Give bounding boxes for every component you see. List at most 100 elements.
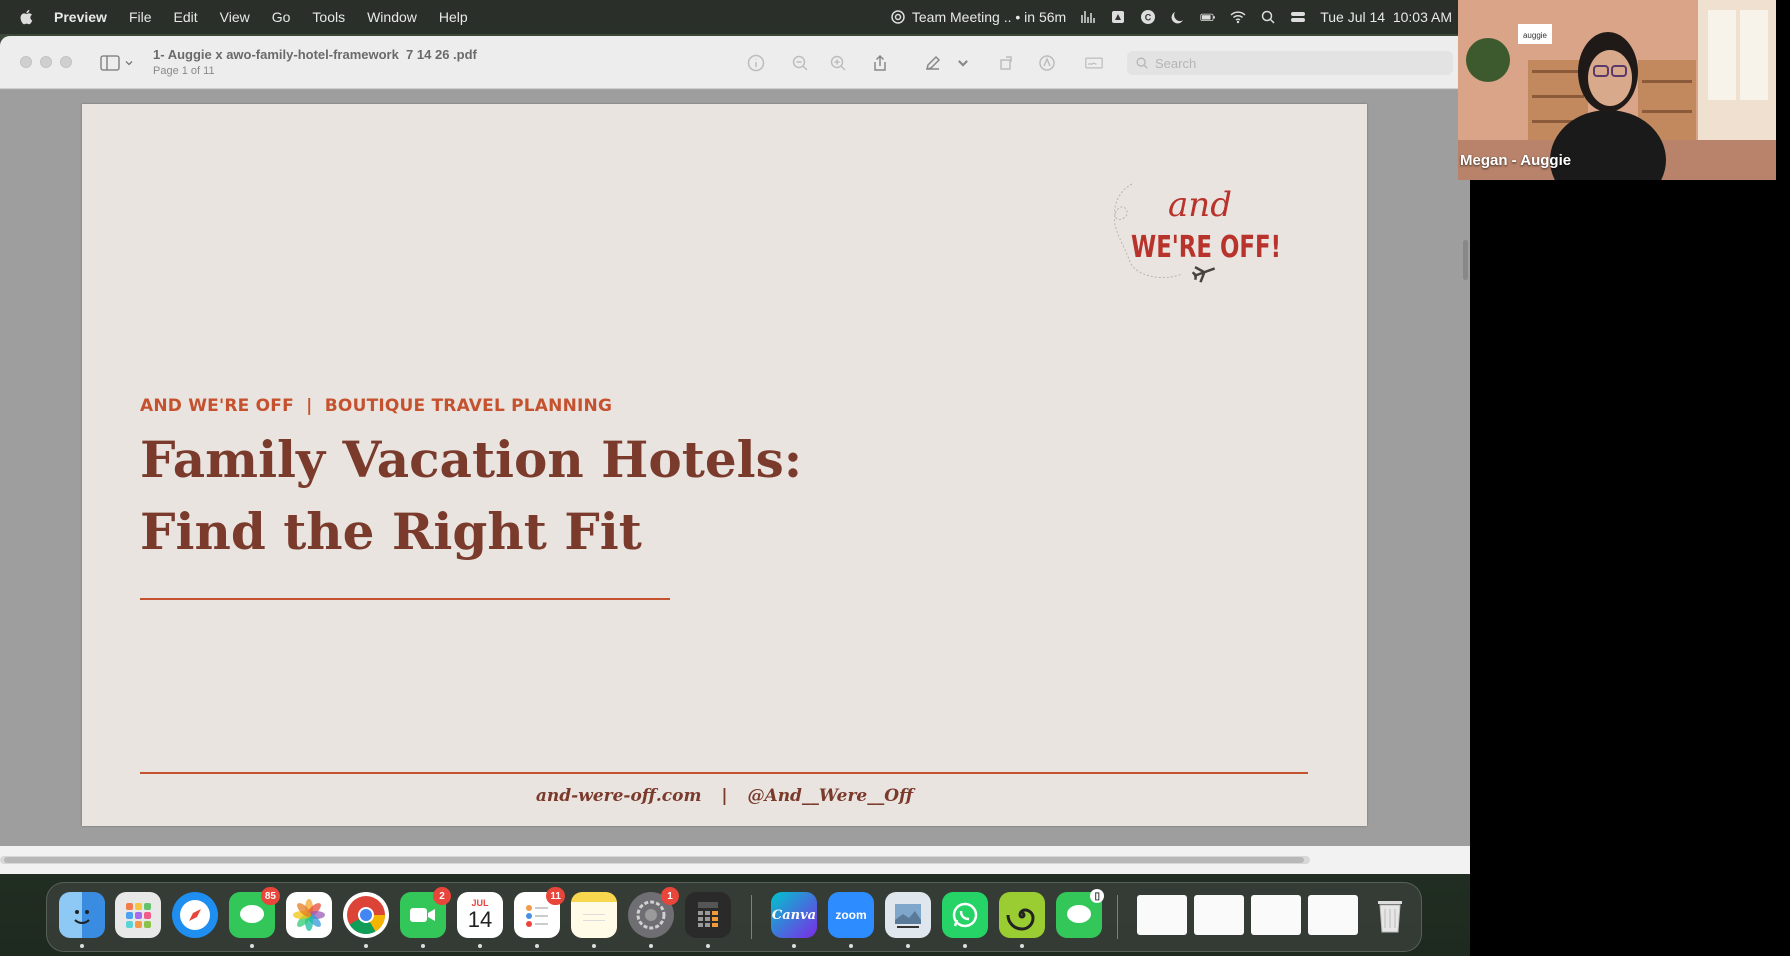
facetime-running-indicator: [421, 944, 425, 948]
minimized-window-1[interactable]: [1137, 895, 1187, 935]
zoom-in-icon[interactable]: [827, 52, 849, 74]
chevron-down-icon: [125, 61, 133, 66]
photos-icon[interactable]: [286, 892, 332, 938]
menu-file[interactable]: File: [129, 9, 152, 25]
sidebar-icon: [100, 55, 120, 71]
messages-badge: 85: [260, 887, 280, 905]
close-window-button[interactable]: [20, 56, 32, 68]
and-were-off-logo: and WE'RE OFF!: [1102, 164, 1302, 294]
apple-icon[interactable]: [18, 8, 36, 26]
markup-pen-icon[interactable]: [922, 52, 944, 74]
meeting-text: Team Meeting .. • in 56m: [911, 9, 1067, 25]
sidebar-toggle-button[interactable]: [100, 53, 140, 73]
drive-icon[interactable]: [1110, 9, 1126, 25]
calculator-icon[interactable]: [685, 892, 731, 938]
footer-handle: @And__Were__Off: [747, 786, 914, 806]
svg-text:C: C: [1145, 13, 1152, 23]
zoom-out-icon[interactable]: [789, 52, 811, 74]
headline-line-1: Family Vacation Hotels:: [140, 430, 803, 489]
launchpad-icon[interactable]: [115, 892, 161, 938]
facetime-icon[interactable]: 2: [400, 887, 451, 938]
menu-bar: Preview File Edit View Go Tools Window H…: [0, 0, 1458, 34]
menu-app-name[interactable]: Preview: [54, 9, 107, 25]
meeting-spiral-icon: [890, 9, 906, 25]
minimized-window-3[interactable]: [1251, 895, 1301, 935]
menu-help[interactable]: Help: [439, 9, 468, 25]
spiral-app-running-indicator: [1020, 944, 1024, 948]
footer-website: and-were-off.com: [535, 786, 702, 806]
canva-label: Canva: [771, 907, 817, 923]
calendar-icon[interactable]: JUL 14: [457, 892, 503, 938]
minimize-window-button[interactable]: [40, 56, 52, 68]
window-titlebar: 1- Auggie x awo-family-hotel-framework 7…: [0, 36, 1470, 89]
calendar-meeting-status[interactable]: Team Meeting .. • in 56m: [890, 9, 1066, 25]
grammarly-icon[interactable]: C: [1140, 9, 1156, 25]
page-kicker: AND WE'RE OFF | BOUTIQUE TRAVEL PLANNING: [140, 396, 613, 416]
preview-window: 1- Auggie x awo-family-hotel-framework 7…: [0, 36, 1470, 874]
dock-separator-2: [1117, 895, 1118, 939]
control-center-icon[interactable]: [1290, 9, 1306, 25]
zoom-window-button[interactable]: [60, 56, 72, 68]
notes-icon[interactable]: [571, 892, 617, 938]
page-indicator: Page 1 of 11: [153, 65, 215, 77]
reminders-running-indicator: [535, 944, 539, 948]
settings-running-indicator: [649, 944, 653, 948]
preview-running-indicator: [906, 944, 910, 948]
search-input[interactable]: [1155, 55, 1435, 71]
markup-chevron-down-icon[interactable]: [956, 52, 970, 74]
zoom-label: zoom: [835, 908, 867, 922]
menu-view[interactable]: View: [220, 9, 250, 25]
menu-go[interactable]: Go: [272, 9, 291, 25]
horizontal-scroll-thumb[interactable]: [4, 857, 1304, 863]
safari-icon[interactable]: [172, 892, 218, 938]
dock: 85 2 JUL 14 11 1 Canva zoom ▯: [46, 882, 1422, 952]
facetime-badge: 2: [433, 887, 451, 905]
menu-edit[interactable]: Edit: [174, 9, 198, 25]
calendar-running-indicator: [478, 944, 482, 948]
whatsapp-icon[interactable]: [942, 892, 988, 938]
trash-icon[interactable]: [1367, 892, 1413, 938]
share-icon[interactable]: [869, 52, 891, 74]
wifi-icon[interactable]: [1230, 9, 1246, 25]
menu-datetime[interactable]: Tue Jul 14 10:03 AM: [1320, 9, 1452, 25]
finder-running-indicator: [80, 944, 84, 948]
spotlight-search-icon[interactable]: [1260, 9, 1276, 25]
finder-icon[interactable]: [59, 892, 105, 938]
do-not-disturb-moon-icon[interactable]: [1170, 9, 1186, 25]
rotate-icon[interactable]: [996, 52, 1018, 74]
page-headline: Family Vacation Hotels: Find the Right F…: [140, 424, 802, 568]
reminders-icon[interactable]: 11: [514, 887, 565, 938]
document-title: 1- Auggie x awo-family-hotel-framework 7…: [153, 47, 477, 62]
minimized-window-4[interactable]: [1308, 895, 1358, 935]
horizontal-scrollbar[interactable]: [0, 856, 1310, 864]
highlight-icon[interactable]: [1036, 52, 1058, 74]
minimized-window-2[interactable]: [1194, 895, 1244, 935]
sign-icon[interactable]: [1082, 52, 1106, 74]
spiral-app-icon[interactable]: [999, 892, 1045, 938]
backdrop-sign-text: auggie: [1523, 31, 1548, 40]
messages-secondary-icon[interactable]: ▯: [1056, 889, 1104, 938]
vertical-scrollbar[interactable]: [1463, 240, 1468, 280]
pdf-page: and WE'RE OFF! AND WE'RE OFF | BOUTIQUE …: [82, 104, 1367, 826]
audio-levels-icon[interactable]: [1080, 9, 1096, 25]
zoom-running-indicator: [849, 944, 853, 948]
messages-icon[interactable]: 85: [229, 887, 280, 938]
settings-badge: 1: [661, 887, 679, 905]
messages-running-indicator: [250, 944, 254, 948]
system-settings-icon[interactable]: 1: [628, 887, 679, 938]
messages-secondary-badge-icon: ▯: [1090, 889, 1104, 903]
battery-icon[interactable]: [1200, 9, 1216, 25]
chrome-running-indicator: [364, 944, 368, 948]
canva-icon[interactable]: Canva: [771, 892, 817, 938]
search-field[interactable]: [1127, 51, 1453, 75]
chrome-icon[interactable]: [343, 892, 389, 938]
zoom-icon[interactable]: zoom: [828, 892, 874, 938]
preview-app-icon[interactable]: [885, 892, 931, 938]
calculator-running-indicator: [706, 944, 710, 948]
menu-tools[interactable]: Tools: [312, 9, 345, 25]
calendar-day: 14: [467, 907, 493, 932]
info-icon[interactable]: [745, 52, 767, 74]
logo-main-text: WE'RE OFF!: [1131, 230, 1281, 265]
menu-window[interactable]: Window: [367, 9, 417, 25]
footer-rule: [140, 772, 1308, 774]
